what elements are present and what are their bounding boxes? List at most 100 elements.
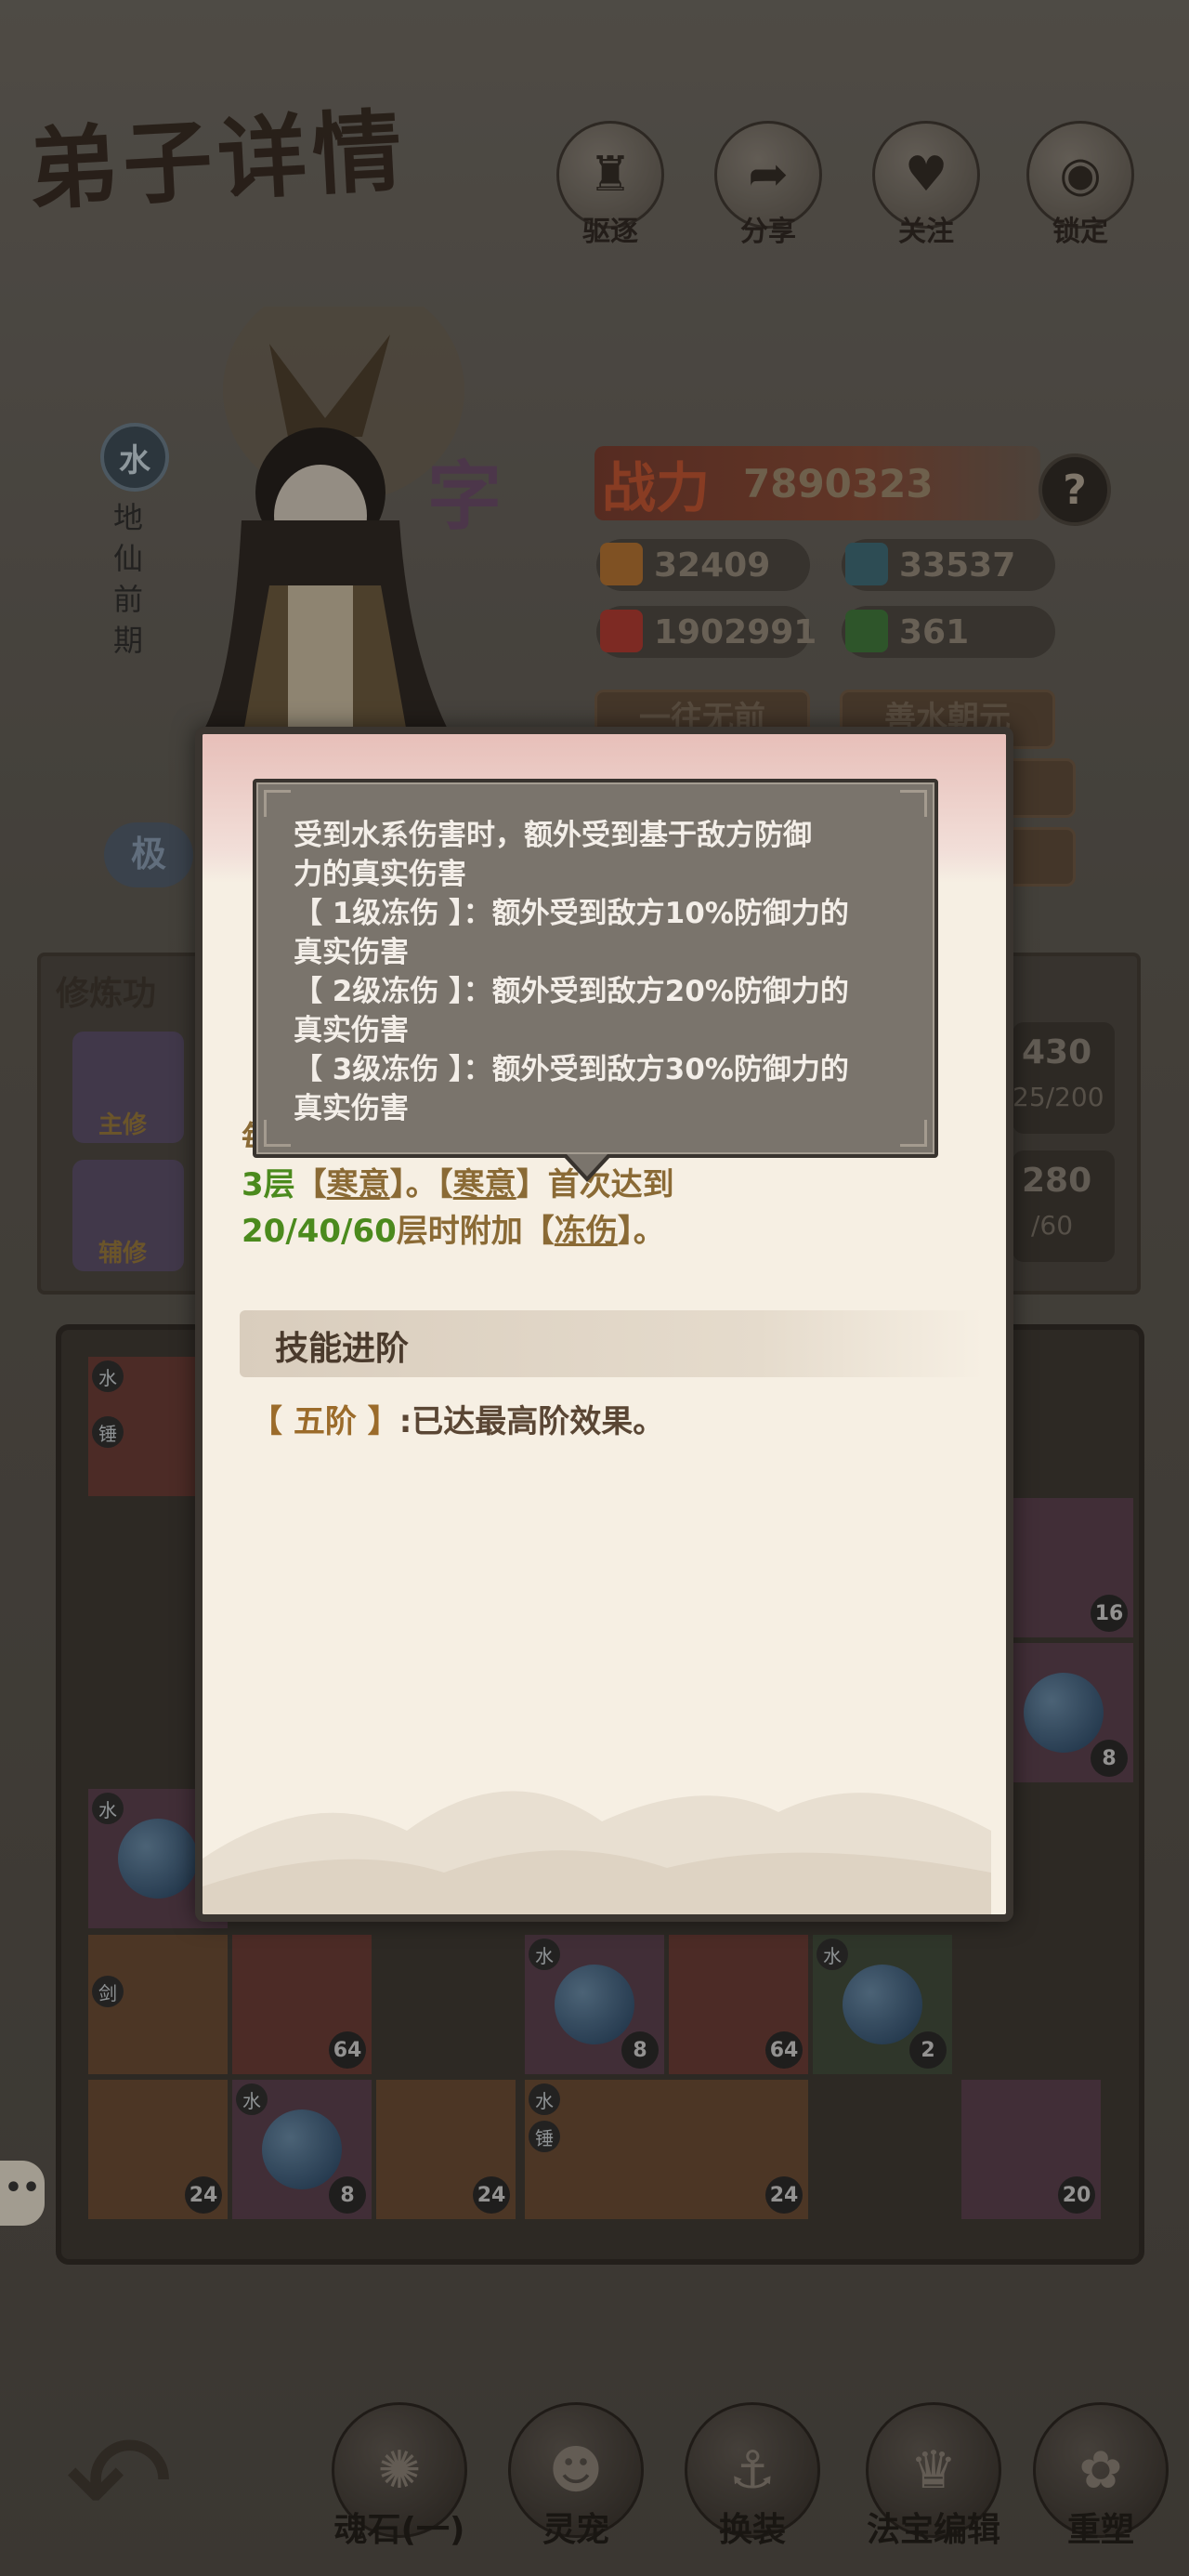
- grid-cell[interactable]: 16: [994, 1498, 1133, 1637]
- orb-icon: [262, 2109, 342, 2189]
- tooltip-line: 力的真实伤害: [294, 858, 466, 891]
- item-count: 24: [185, 2176, 222, 2214]
- tooltip-pointer-inner: [567, 1154, 608, 1176]
- grid-cell[interactable]: 24: [376, 2080, 516, 2219]
- grid-cell[interactable]: 水 8: [232, 2080, 372, 2219]
- grid-cell-sub: 锤: [88, 1413, 125, 1450]
- main-slot[interactable]: 主修: [72, 1032, 184, 1143]
- section-title: 技能进阶: [275, 1330, 410, 1368]
- element-tag: 水: [817, 1939, 848, 1970]
- tooltip-line: 【 2级冻伤 】：额外受到敌方20%防御力的: [294, 975, 849, 1008]
- book-icon: [845, 610, 888, 652]
- tooltip-corner: [900, 790, 927, 817]
- grid-cell[interactable]: 水 2: [813, 1935, 952, 2074]
- orb-icon: [555, 1965, 634, 2044]
- nav-label: 魂石(一): [333, 2511, 465, 2549]
- stat-value: 32409: [654, 546, 771, 585]
- grid-cell-wide[interactable]: 水 锤 24: [525, 2080, 808, 2219]
- nav-label: 重塑: [1066, 2511, 1134, 2549]
- keyword-link[interactable]: 寒意: [453, 1166, 516, 1203]
- grid-cell[interactable]: 20: [961, 2080, 1101, 2219]
- element-tag: 水: [236, 2083, 268, 2115]
- skill-desc-line3: 20/40/60层时附加【冻伤】。: [242, 1208, 966, 1255]
- soul-stone-button[interactable]: ✺ 魂石(一): [330, 2402, 469, 2560]
- desc-text: 层时附加【: [396, 1213, 555, 1250]
- tooltip-line: 【 1级冻伤 】：额外受到敌方10%防御力的: [294, 897, 849, 930]
- element-tag: 水: [92, 1793, 124, 1824]
- lock-label: 锁定: [1052, 216, 1108, 248]
- cultivation-value-1: 430 25/200: [1013, 1022, 1115, 1134]
- item-count: 20: [1058, 2176, 1095, 2214]
- grade-badge: 极: [104, 822, 193, 887]
- lock-button[interactable]: ◉ 锁定: [1020, 121, 1141, 260]
- element-tag: 水: [92, 1360, 124, 1392]
- share-button[interactable]: ➦ 分享: [708, 121, 829, 260]
- item-count: 24: [765, 2176, 803, 2214]
- grid-cell[interactable]: 64: [232, 1935, 372, 2074]
- cultivation-value-2: 280 /60: [1013, 1150, 1115, 1262]
- stat-value: 361: [899, 613, 970, 651]
- pet-button[interactable]: ☻ 灵宠: [506, 2402, 646, 2560]
- item-count: 24: [473, 2176, 510, 2214]
- value-text: 280: [1022, 1162, 1092, 1200]
- tooltip-line: 【 3级冻伤 】：额外受到敌方30%防御力的: [294, 1053, 849, 1086]
- tooltip-line: 真实伤害: [294, 936, 409, 969]
- weapon-type-tag: 剑: [92, 1976, 124, 2007]
- heart-icon: [600, 610, 643, 652]
- grid-cell[interactable]: 剑: [88, 1935, 228, 2074]
- value-sub: /60: [1031, 1210, 1074, 1241]
- advance-level: 【 五阶 】: [251, 1403, 399, 1440]
- item-count: 64: [329, 2031, 366, 2069]
- item-count: 8: [621, 2031, 659, 2069]
- tooltip-line: 真实伤害: [294, 1014, 409, 1047]
- item-count: 2: [909, 2031, 947, 2069]
- stat-defense: 33537: [842, 539, 1055, 591]
- follow-label: 关注: [898, 216, 954, 248]
- sword-icon: [600, 543, 643, 585]
- desc-number: 3层: [242, 1166, 295, 1203]
- desc-text: 】。: [617, 1213, 665, 1250]
- chat-bubble-button[interactable]: ••: [0, 2161, 45, 2226]
- orb-icon: [1024, 1673, 1104, 1753]
- mountain-decoration: [203, 1791, 991, 1914]
- main-slot-label: 主修: [98, 1111, 148, 1139]
- share-label: 分享: [740, 216, 796, 248]
- character-name-fragment: 字: [427, 453, 502, 540]
- stat-attack: 32409: [596, 539, 810, 591]
- grid-cell[interactable]: 64: [669, 1935, 808, 2074]
- treasure-edit-button[interactable]: ♛ 法宝编辑: [855, 2402, 1013, 2560]
- shield-icon: [845, 543, 888, 585]
- stat-value: 33537: [899, 546, 1016, 585]
- keyword-link[interactable]: 寒意: [327, 1166, 390, 1203]
- keyword-link[interactable]: 冻伤: [555, 1213, 618, 1250]
- section-header: 技能进阶: [240, 1310, 983, 1377]
- aux-slot[interactable]: 辅修: [72, 1160, 184, 1271]
- item-count: 16: [1091, 1595, 1128, 1632]
- follow-button[interactable]: ♥ 关注: [866, 121, 986, 260]
- page-title: 弟子详情: [25, 98, 411, 223]
- keyword-tooltip: 受到水系伤害时，额外受到基于敌方防御 力的真实伤害 【 1级冻伤 】：额外受到敌…: [253, 779, 938, 1182]
- grid-cell[interactable]: 水 8: [525, 1935, 664, 2074]
- stat-speed: 361: [842, 606, 1055, 658]
- reshape-button[interactable]: ✿ 重塑: [1031, 2402, 1170, 2560]
- value-text: 430: [1022, 1033, 1092, 1071]
- weapon-type-tag: 锤: [529, 2121, 560, 2152]
- desc-number: 20/40/60: [242, 1213, 397, 1250]
- tooltip-line: 受到水系伤害时，额外受到基于敌方防御: [294, 819, 812, 852]
- power-value: 7890323: [743, 461, 934, 506]
- grid-cell[interactable]: 24: [88, 2080, 228, 2219]
- nav-label: 法宝编辑: [866, 2511, 1000, 2549]
- tooltip-text: 受到水系伤害时，额外受到基于敌方防御 力的真实伤害 【 1级冻伤 】：额外受到敌…: [294, 816, 925, 1128]
- tooltip-corner: [264, 1120, 291, 1147]
- expel-button[interactable]: ♜ 驱逐: [550, 121, 671, 260]
- help-button[interactable]: ?: [1039, 453, 1111, 526]
- outfit-button[interactable]: ⚓ 换装: [683, 2402, 822, 2560]
- stat-value: 1902991: [654, 613, 817, 651]
- back-arrow-icon[interactable]: ↶: [65, 2407, 214, 2558]
- advance-info: 【 五阶 】:已达最高阶效果。: [251, 1396, 664, 1441]
- item-count: 64: [765, 2031, 803, 2069]
- element-tag: 水: [529, 1939, 560, 1970]
- element-badge: 水: [100, 423, 169, 492]
- nav-label: 灵宠: [542, 2511, 609, 2549]
- grid-cell[interactable]: 8: [994, 1643, 1133, 1782]
